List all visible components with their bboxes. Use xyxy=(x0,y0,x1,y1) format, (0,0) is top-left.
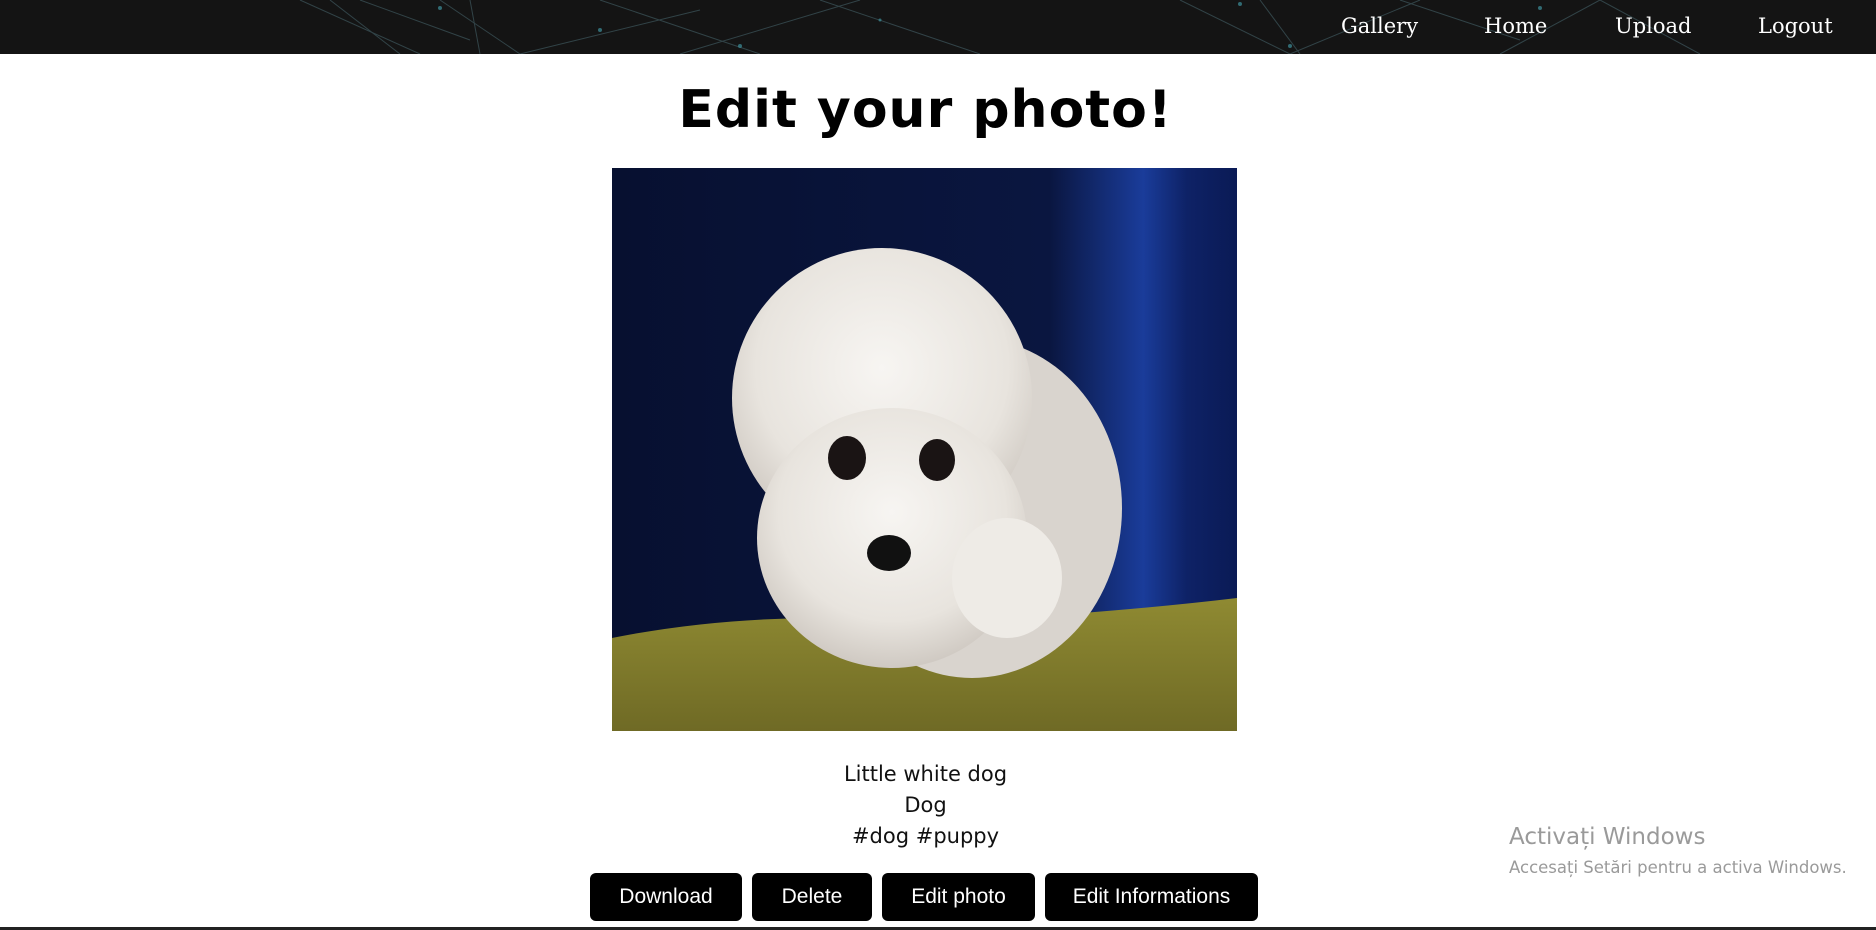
photo-title: Little white dog xyxy=(843,762,1008,786)
top-navbar: Gallery Home Upload Logout xyxy=(0,0,1876,54)
navbar-network-background xyxy=(299,0,1701,54)
photo-image xyxy=(612,168,1237,731)
nav-link-gallery[interactable]: Gallery xyxy=(1341,14,1418,38)
nav-link-logout[interactable]: Logout xyxy=(1758,14,1833,38)
edit-photo-button[interactable]: Edit photo xyxy=(882,873,1035,921)
nav-link-upload[interactable]: Upload xyxy=(1615,14,1691,38)
windows-activation-title: Activați Windows xyxy=(1509,824,1706,850)
photo-category: Dog xyxy=(904,793,947,817)
page-title: Edit your photo! xyxy=(678,80,1173,140)
delete-button[interactable]: Delete xyxy=(752,873,872,921)
windows-activation-subtitle: Accesați Setări pentru a activa Windows. xyxy=(1509,858,1847,877)
nav-link-home[interactable]: Home xyxy=(1484,14,1547,38)
edit-informations-button[interactable]: Edit Informations xyxy=(1045,873,1258,921)
download-button[interactable]: Download xyxy=(590,873,742,921)
